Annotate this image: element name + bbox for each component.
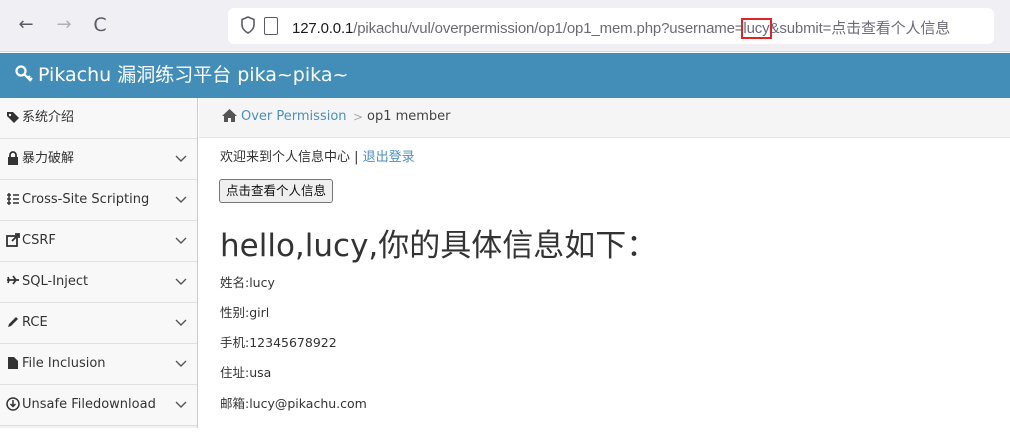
welcome-line: 欢迎来到个人信息中心 | 退出登录 [220,150,415,166]
page-info-icon[interactable] [264,17,278,35]
sidebar: 系统介绍 暴力破解 Cross-Site Scripting CSRF SQL-… [0,98,198,428]
forward-arrow-icon[interactable]: → [52,13,76,37]
profile-field-name: 姓名:lucy [220,275,275,290]
profile-field-phone: 手机:12345678922 [220,335,337,350]
profile-field-gender: 性别:girl [220,305,270,320]
lock-icon [6,151,20,167]
breadcrumb-link-over-permission[interactable]: Over Permission [241,109,347,125]
browser-toolbar: ← → C 127.0.0.1/pikachu/vul/overpermissi… [0,0,1010,52]
sidebar-item-system-intro[interactable]: 系统介绍 [0,98,197,139]
sidebar-item-csrf[interactable]: CSRF [0,221,197,262]
chevron-down-icon [175,151,187,167]
url-tail: &submit=点击查看个人信息 [769,20,951,37]
sidebar-item-rce[interactable]: RCE [0,303,197,344]
breadcrumb: Over Permission > op1 member [199,98,1010,138]
tag-icon [6,110,20,126]
url-path: /pikachu/vul/overpermission/op1/op1_mem.… [353,20,744,37]
reload-icon[interactable]: C [88,13,112,37]
sidebar-item-unsafe-filedownload[interactable]: Unsafe Filedownload [0,385,197,426]
url-text[interactable]: 127.0.0.1/pikachu/vul/overpermission/op1… [292,17,951,39]
chevron-down-icon [175,315,187,331]
home-icon[interactable] [221,108,238,127]
sidebar-item-label: Unsafe Filedownload [22,397,156,412]
chevron-down-icon [175,233,187,249]
sidebar-item-label: 系统介绍 [22,110,75,125]
view-profile-button[interactable]: 点击查看个人信息 [219,179,334,203]
welcome-text: 欢迎来到个人信息中心 | [220,150,363,165]
shield-icon[interactable] [238,16,258,36]
sidebar-item-label: SQL-Inject [22,274,89,289]
sidebar-item-label: Cross-Site Scripting [22,192,150,207]
share-icon [6,233,20,249]
profile-heading: hello,lucy,你的具体信息如下： [220,228,658,264]
chevron-down-icon [175,192,187,208]
sidebar-item-file-inclusion[interactable]: File Inclusion [0,344,197,385]
profile-field-address: 住址:usa [220,365,272,380]
app-title[interactable]: Pikachu 漏洞练习平台 pika~pika~ [38,63,348,87]
sidebar-item-xss[interactable]: Cross-Site Scripting [0,180,197,221]
sidebar-item-label: RCE [22,315,48,330]
key-logo-icon [14,64,34,90]
sidebar-item-label: 暴力破解 [22,151,75,166]
url-host: 127.0.0.1 [292,20,354,37]
breadcrumb-separator: > [353,110,364,124]
plane-icon [6,274,20,290]
chevron-down-icon [175,397,187,413]
sidebar-item-label: CSRF [22,233,56,248]
list-icon [6,192,20,208]
chevron-down-icon [175,356,187,372]
logout-link[interactable]: 退出登录 [363,150,415,165]
back-arrow-icon[interactable]: ← [14,13,38,37]
pencil-icon [6,315,20,331]
file-icon [6,356,20,372]
sidebar-item-label: File Inclusion [22,356,106,371]
address-bar[interactable]: 127.0.0.1/pikachu/vul/overpermission/op1… [228,8,994,44]
sidebar-item-brute-force[interactable]: 暴力破解 [0,139,197,180]
app-header: Pikachu 漏洞练习平台 pika~pika~ [0,53,1010,98]
download-circle-icon [6,397,20,413]
sidebar-item-sql-inject[interactable]: SQL-Inject [0,262,197,303]
url-highlighted-username: lucy [741,18,772,39]
chevron-down-icon [175,274,187,290]
breadcrumb-current: op1 member [367,109,451,124]
profile-field-email: 邮箱:lucy@pikachu.com [220,396,367,411]
